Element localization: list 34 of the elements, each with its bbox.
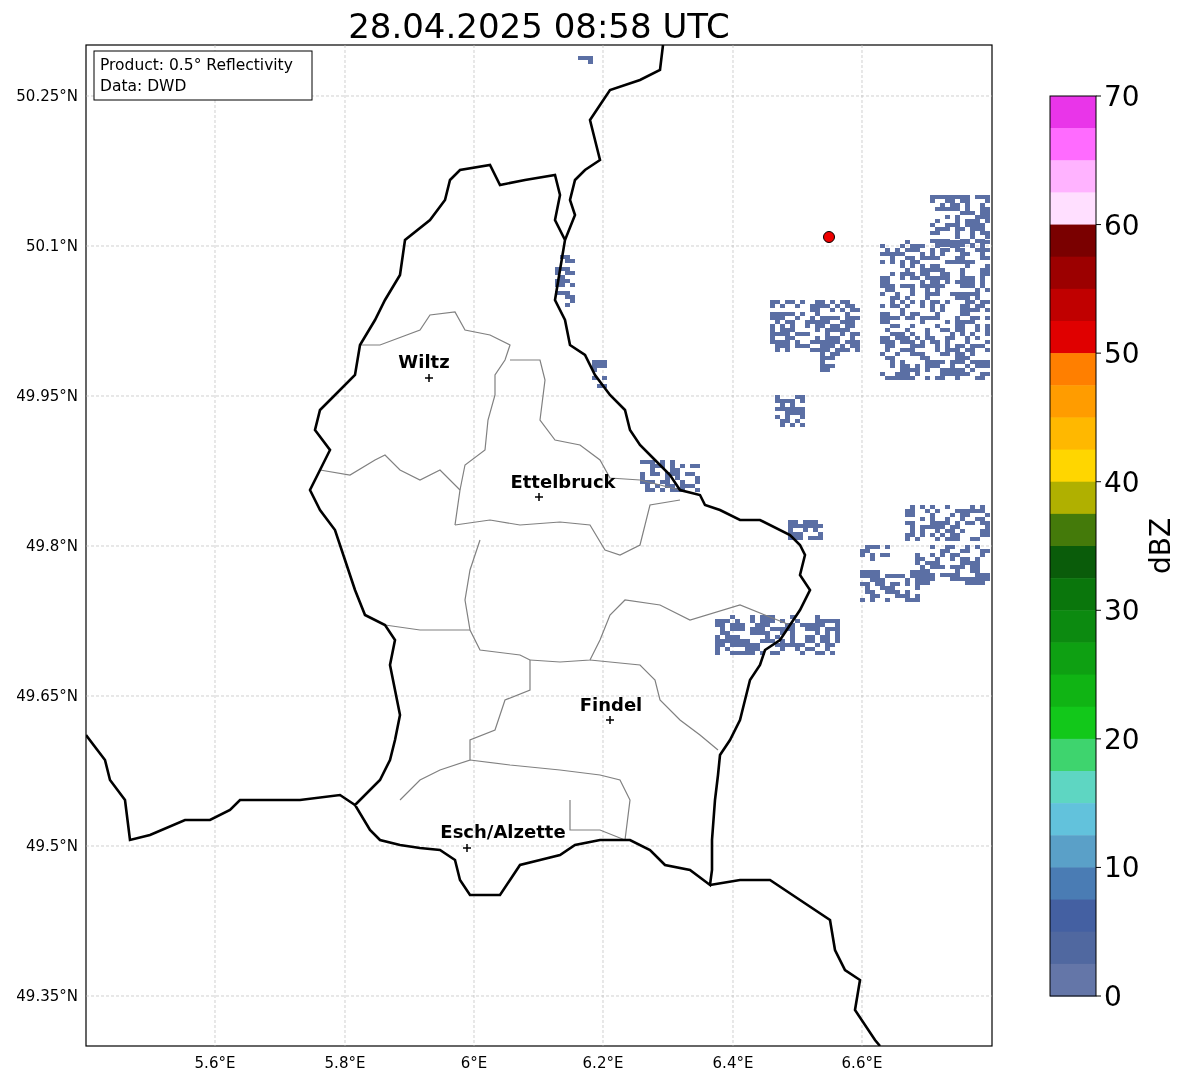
- city-marker-icon: [605, 715, 615, 725]
- axis-tick-label: 49.35°N: [16, 987, 78, 1005]
- city-marker-icon: [462, 843, 472, 853]
- city-label: Findel: [579, 694, 643, 715]
- colorbar-tick-label: 10: [1104, 851, 1140, 885]
- axis-tick-label: 6.6°E: [841, 1054, 883, 1072]
- axis-tick-label: 50.1°N: [25, 237, 78, 255]
- axis-tick-label: 5.6°E: [194, 1054, 236, 1072]
- axis-tick-label: 49.65°N: [16, 687, 78, 705]
- axis-tick-label: 49.8°N: [25, 537, 78, 555]
- city-label: Ettelbruck: [510, 471, 616, 492]
- colorbar-tick-label: 50: [1104, 337, 1140, 371]
- axis-tick-label: 49.5°N: [25, 837, 78, 855]
- info-text: Data: DWD: [100, 77, 187, 95]
- axis-tick-label: 6°E: [460, 1054, 488, 1072]
- city-marker-icon: [534, 492, 544, 502]
- colorbar-tick-label: 60: [1104, 208, 1140, 242]
- info-text: Product: 0.5° Reflectivity: [100, 56, 293, 74]
- axis-tick-label: 6.4°E: [712, 1054, 754, 1072]
- radar-site-marker: [823, 231, 835, 243]
- colorbar-tick-label: 70: [1104, 80, 1140, 113]
- axis-tick-label: 49.95°N: [16, 387, 78, 405]
- colorbar-label: dBZ: [1144, 517, 1177, 575]
- axis-tick-label: 50.25°N: [16, 87, 78, 105]
- axis-tick-label: 6.2°E: [582, 1054, 624, 1072]
- city-marker-icon: [424, 373, 434, 383]
- colorbar-tick-label: 40: [1104, 465, 1140, 499]
- city-label: Wiltz: [398, 351, 450, 372]
- colorbar-tick-label: 0: [1104, 980, 1122, 1013]
- chart-title: 28.04.2025 08:58 UTC: [348, 6, 730, 46]
- city-label: Esch/Alzette: [440, 821, 566, 842]
- axis-tick-label: 5.8°E: [324, 1054, 366, 1072]
- colorbar-tick-label: 30: [1104, 594, 1140, 628]
- colorbar-tick-label: 20: [1104, 722, 1140, 756]
